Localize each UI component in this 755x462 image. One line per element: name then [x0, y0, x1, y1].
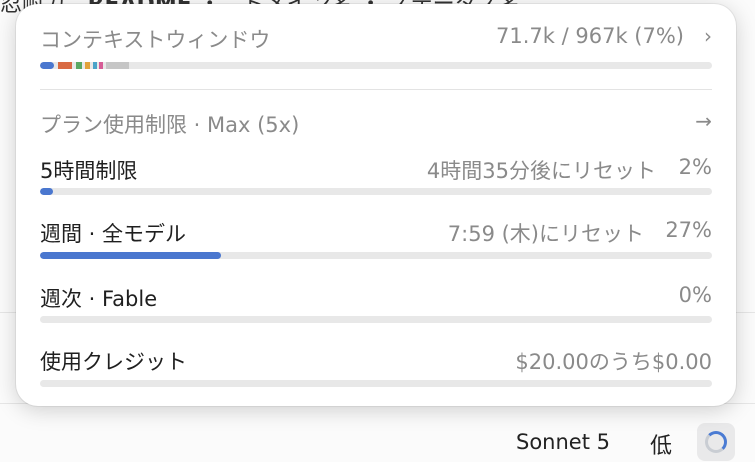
- credits-bar: [40, 380, 712, 387]
- arrow-right-icon: →: [695, 109, 712, 133]
- limit-row-weekly: 週間 · 全モデル 7:59 (木)にリセット 27%: [40, 218, 712, 246]
- limit-bar-weekly: [40, 252, 712, 259]
- plan-usage-row[interactable]: プラン使用制限 · Max (5x) →: [40, 109, 712, 137]
- context-segment: [85, 62, 90, 69]
- context-segment: [58, 62, 72, 69]
- usage-button[interactable]: [697, 423, 735, 461]
- limit-row-5h: 5時間制限 4時間35分後にリセット 2%: [40, 155, 712, 183]
- context-segment: [76, 62, 82, 69]
- limit-bar-fable: [40, 316, 712, 323]
- limit-bar-5h: [40, 188, 712, 195]
- context-window-bar: [40, 62, 712, 69]
- limit-row-fable: 週次 · Fable 0%: [40, 283, 712, 311]
- limit-bar-fill: [40, 252, 222, 259]
- limit-percent: 2%: [678, 155, 712, 179]
- loading-spinner-icon: [705, 431, 727, 453]
- credits-value: $20.00のうち$0.00: [515, 350, 712, 374]
- limit-label: 週間 · 全モデル: [40, 222, 187, 246]
- context-window-title: コンテキストウィンドウ: [40, 28, 271, 52]
- section-divider: [40, 89, 712, 90]
- limit-reset: 7:59 (木)にリセット: [447, 222, 644, 246]
- context-segment: [93, 62, 97, 69]
- limit-percent: 0%: [678, 283, 712, 307]
- limit-bar-fill: [40, 188, 54, 195]
- context-segment: [40, 62, 54, 69]
- context-segment: [106, 62, 129, 69]
- context-segment: [99, 62, 103, 69]
- credits-label: 使用クレジット: [40, 350, 187, 374]
- chevron-right-icon: ›: [704, 24, 712, 48]
- limit-reset: 4時間35分後にリセット: [426, 159, 656, 183]
- usage-popover: コンテキストウィンドウ 71.7k / 967k (7%) › プラン使用制限 …: [16, 4, 736, 406]
- composer-footer: [0, 404, 755, 462]
- context-window-row[interactable]: コンテキストウィンドウ 71.7k / 967k (7%) ›: [40, 24, 712, 52]
- limit-percent: 27%: [665, 218, 712, 242]
- limit-label: 5時間制限: [40, 159, 138, 183]
- credits-row: 使用クレジット $20.00のうち$0.00: [40, 346, 712, 374]
- model-selector[interactable]: Sonnet 5: [516, 430, 610, 454]
- effort-selector[interactable]: 低: [650, 428, 672, 460]
- context-window-value: 71.7k / 967k (7%): [496, 24, 684, 48]
- plan-usage-title: プラン使用制限 · Max (5x): [40, 113, 300, 137]
- limit-label: 週次 · Fable: [40, 287, 158, 311]
